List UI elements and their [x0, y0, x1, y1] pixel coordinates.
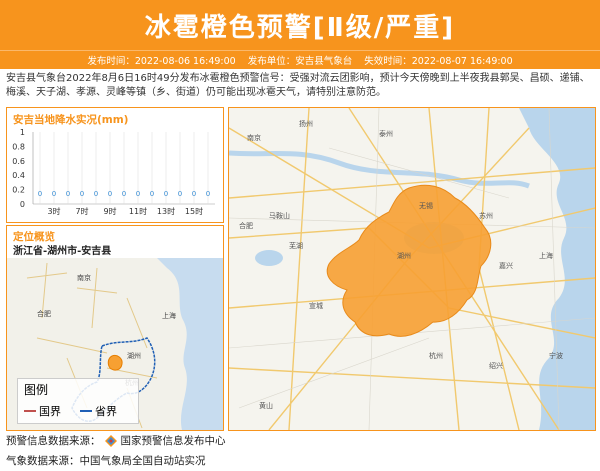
- map-label-3: 无锡: [419, 201, 433, 210]
- map-label-7: 上海: [539, 251, 553, 260]
- location-path: 浙江省-湖州市-安吉县: [13, 246, 112, 257]
- x-tick-label: 7时: [75, 206, 88, 216]
- legend-item-province: 省界: [80, 403, 117, 419]
- y-tick-label: 0.4: [12, 171, 25, 180]
- map-label-0: 南京: [247, 133, 261, 142]
- overview-label-4: 上海: [162, 311, 176, 320]
- map-label-11: 合肥: [239, 221, 253, 230]
- legend-label-national: 国界: [39, 405, 61, 418]
- map-legend: 图例 国界 省界: [17, 378, 139, 424]
- rain-panel-title: 安吉当地降水实况(mm): [13, 114, 129, 126]
- bar-value-label: 0: [122, 190, 126, 198]
- y-tick-label: 0.2: [12, 186, 25, 195]
- y-tick-label: 0.6: [12, 157, 25, 166]
- issue-time: 发布时间：2022-08-06 16:49:00: [87, 56, 236, 67]
- x-tick-label: 15时: [185, 206, 203, 216]
- overview-label-2: 南京: [77, 273, 91, 282]
- map-label-15: 黄山: [259, 401, 273, 410]
- legend-label-province: 省界: [95, 405, 117, 418]
- source1-value: 国家预警信息发布中心: [120, 435, 226, 447]
- map-label-12: 芜湖: [289, 241, 303, 250]
- main-map[interactable]: 南京 扬州 泰州 无锡 苏州 湖州 嘉兴 上海 杭州 宁波 绍兴 合肥 芜湖 马…: [229, 108, 595, 430]
- location-panel: 定位概览 浙江省-湖州市-安吉县 湖州 杭州 南京 合肥 上海 图例 国界 省界: [6, 225, 224, 431]
- issuer: 发布单位：安吉县气象台: [247, 56, 353, 67]
- overview-label-0: 湖州: [127, 351, 141, 360]
- bar-value-label: 0: [108, 190, 112, 198]
- x-tick-label: 11时: [129, 206, 147, 216]
- warning-title: 冰雹橙色预警[Ⅱ级/严重]: [144, 12, 456, 43]
- bar-value-label: 0: [150, 190, 154, 198]
- legend-item-national: 国界: [24, 403, 61, 419]
- bar-value-label: 0: [94, 190, 98, 198]
- map-label-2: 泰州: [379, 129, 393, 138]
- bar-value-label: 0: [66, 190, 70, 198]
- map-label-9: 宁波: [549, 351, 563, 360]
- warning-banner: 冰雹橙色预警[Ⅱ级/严重]: [0, 0, 600, 50]
- map-label-14: 宣城: [309, 301, 323, 310]
- bar-value-label: 0: [38, 190, 42, 198]
- x-tick-label: 9时: [103, 206, 116, 216]
- map-label-13: 马鞍山: [269, 211, 290, 220]
- warning-meta: 发布时间：2022-08-06 16:49:00 发布单位：安吉县气象台 失效时…: [0, 50, 600, 69]
- map-label-8: 杭州: [429, 351, 443, 360]
- y-tick-label: 1: [20, 128, 25, 137]
- bar-value-label: 0: [164, 190, 168, 198]
- map-label-6: 嘉兴: [499, 261, 513, 270]
- rain-chart: 10.80.60.40.200 03时0 07时0 09时0 011时0 013时0 015…: [12, 128, 215, 216]
- overview-label-3: 合肥: [37, 309, 51, 318]
- bar-value-label: 0: [178, 190, 182, 198]
- map-label-5: 湖州: [397, 251, 411, 260]
- warning-description: 安吉县气象台2022年8月6日16时49分发布冰雹橙色预警信号：受强对流云团影响…: [6, 73, 590, 98]
- bar-value-label: 0: [80, 190, 84, 198]
- province-border-swatch: [80, 410, 92, 412]
- bar-value-label: 0: [52, 190, 56, 198]
- rain-panel: 安吉当地降水实况(mm) 1 0.8 0.6 0.4 0.2 0 0 0 3时 0 0 7时 0 0 9时 0…: [6, 107, 224, 223]
- national-border-swatch: [24, 410, 36, 412]
- map-label-4: 苏州: [479, 211, 493, 220]
- y-tick-label: 0.8: [12, 142, 25, 151]
- bar-value-label: 0: [136, 190, 140, 198]
- expire-time: 失效时间：2022-08-07 16:49:00: [364, 56, 513, 67]
- bar-value-label: 0: [192, 190, 196, 198]
- x-tick-label: 3时: [47, 206, 60, 216]
- source1-label: 预警信息数据来源：: [6, 435, 101, 447]
- bar-value-label: 0: [206, 190, 210, 198]
- footer-source-1: 预警信息数据来源： 国家预警信息发布中心: [6, 433, 226, 448]
- y-tick-label: 0: [20, 200, 25, 209]
- map-label-1: 扬州: [299, 119, 313, 128]
- main-map-panel: 南京 扬州 泰州 无锡 苏州 湖州 嘉兴 上海 杭州 宁波 绍兴 合肥 芜湖 马…: [228, 107, 596, 431]
- footer-source-2: 气象数据来源：中国气象局全国自动站实况: [6, 453, 206, 468]
- map-label-10: 绍兴: [489, 361, 503, 370]
- x-tick-label: 13时: [157, 206, 175, 216]
- legend-title: 图例: [24, 383, 49, 397]
- source2-text: 气象数据来源：中国气象局全国自动站实况: [6, 455, 206, 467]
- national-warning-logo-icon: [104, 434, 117, 447]
